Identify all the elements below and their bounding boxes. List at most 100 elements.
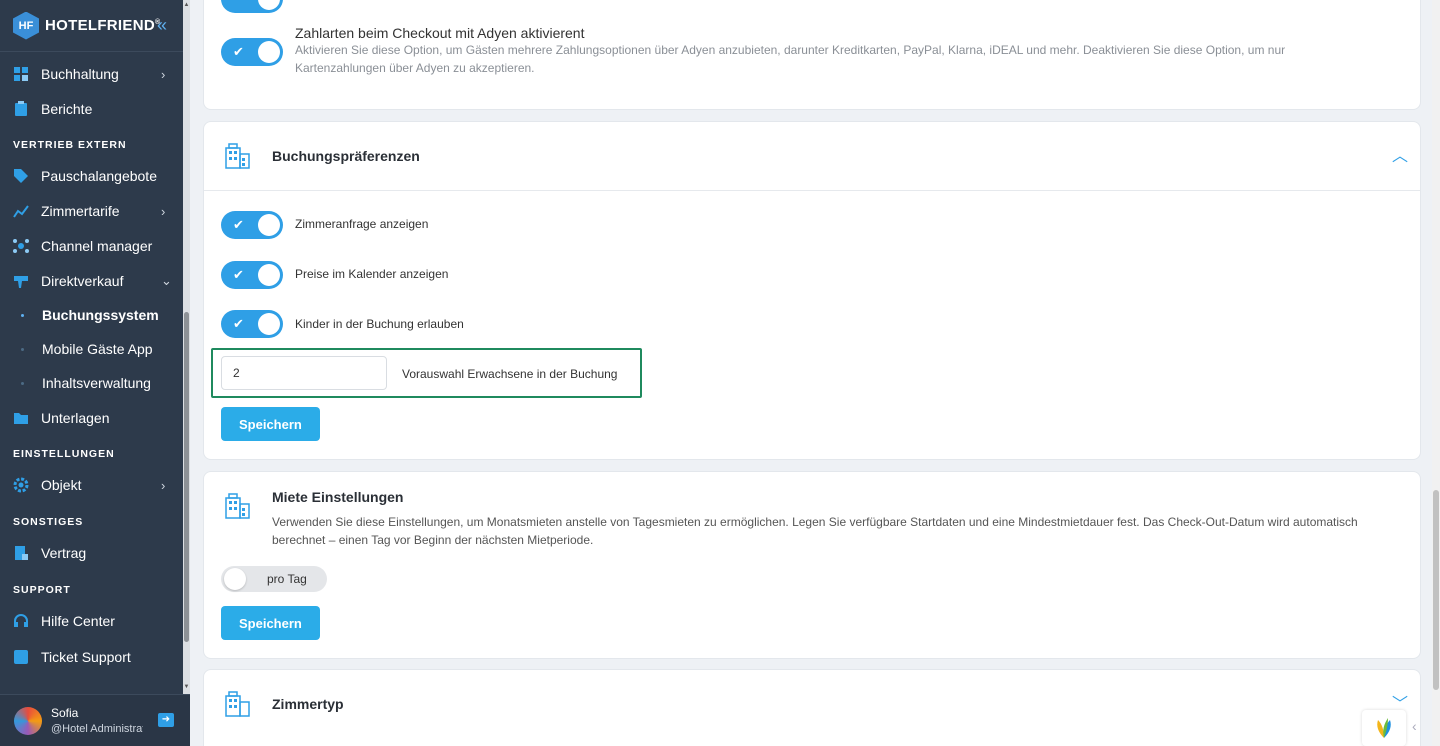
calendar-prices-label: Preise im Kalender anzeigen xyxy=(295,267,449,281)
logout-icon[interactable]: ➜ xyxy=(158,713,174,727)
adyen-description: Aktivieren Sie diese Option, um Gästen m… xyxy=(295,43,1286,75)
booking-preferences-title: Buchungspräferenzen xyxy=(272,148,420,164)
sidebar-item-label: Unterlagen xyxy=(41,410,110,426)
sidebar-scroll-thumb[interactable] xyxy=(184,312,189,642)
line-chart-icon xyxy=(13,205,29,218)
sidebar-item-label: Ticket Support xyxy=(41,649,131,665)
sidebar-item-channel-manager[interactable]: Channel manager xyxy=(0,229,182,263)
sidebar-item-zimmertarife[interactable]: Zimmertarife › xyxy=(0,194,182,228)
sidebar-item-buchhaltung[interactable]: Buchhaltung › xyxy=(0,57,182,91)
sidebar-subitem-label: Inhaltsverwaltung xyxy=(42,375,151,391)
per-day-label: pro Tag xyxy=(267,572,307,586)
room-type-card: Zimmertyp ﹀ xyxy=(203,669,1421,746)
chevron-right-icon: › xyxy=(161,66,166,82)
headset-icon xyxy=(14,614,28,627)
room-request-toggle[interactable]: ✔ xyxy=(221,211,283,239)
save-button[interactable]: Speichern xyxy=(221,407,320,441)
user-bar: Sofia @Hotel Administrator ➜ xyxy=(0,694,190,746)
check-icon: ✔ xyxy=(233,44,244,59)
check-icon: ✔ xyxy=(233,267,244,282)
sidebar-item-berichte[interactable]: Berichte xyxy=(0,92,182,126)
chart-grid-icon xyxy=(14,67,28,81)
chevron-down-icon: ⌄ xyxy=(161,273,172,288)
sidebar: HF HOTELFRIEND® « Buchhaltung › Berichte… xyxy=(0,0,190,746)
chevron-up-icon[interactable]: ︿ xyxy=(1392,142,1408,166)
sidebar-subitem-inhaltsverwaltung[interactable]: Inhaltsverwaltung xyxy=(0,368,182,398)
avatar[interactable] xyxy=(14,706,42,735)
leaf-logo-icon xyxy=(1377,718,1391,738)
sidebar-subitem-label: Mobile Gäste App xyxy=(42,341,153,357)
bullet-icon xyxy=(21,313,24,317)
sidebar-item-objekt[interactable]: Objekt › xyxy=(0,468,182,502)
rent-settings-description: Verwenden Sie diese Einstellungen, um Mo… xyxy=(272,515,1358,547)
sidebar-item-label: Buchhaltung xyxy=(41,66,119,82)
section-label-sonstiges: SONSTIGES xyxy=(13,516,84,528)
room-request-label: Zimmeranfrage anzeigen xyxy=(295,217,429,231)
network-icon xyxy=(13,239,29,253)
collapse-sidebar-icon[interactable]: « xyxy=(157,15,167,36)
assistant-widget[interactable] xyxy=(1362,710,1406,746)
main-content: ✔ Zahlarten beim Checkout mit Adyen akti… xyxy=(190,0,1440,746)
sidebar-item-vertrag[interactable]: Vertrag xyxy=(0,536,182,570)
sidebar-item-pauschalangebote[interactable]: Pauschalangebote xyxy=(0,159,182,193)
folder-icon xyxy=(14,413,28,424)
toggle-knob xyxy=(258,264,280,286)
section-label-einstellungen: EINSTELLUNGEN xyxy=(13,448,115,460)
tag-icon xyxy=(14,169,28,183)
adults-input[interactable] xyxy=(221,356,387,390)
chevron-right-icon: › xyxy=(161,203,166,219)
user-role: @Hotel Administrator xyxy=(51,722,143,735)
toggle-knob xyxy=(258,0,280,10)
toggle-knob xyxy=(258,313,280,335)
check-icon: ✔ xyxy=(233,217,244,232)
sidebar-item-label: Direktverkauf xyxy=(41,273,124,289)
sidebar-item-label: Vertrag xyxy=(41,545,87,561)
payment-card: ✔ Zahlarten beim Checkout mit Adyen akti… xyxy=(203,0,1421,110)
bullet-icon xyxy=(21,381,24,385)
toggle-knob xyxy=(224,568,246,590)
building-icon xyxy=(225,143,250,169)
previous-toggle[interactable] xyxy=(221,0,283,13)
booking-preferences-card: Buchungspräferenzen ︿ ✔ Zimmeranfrage an… xyxy=(203,121,1421,460)
sidebar-item-unterlagen[interactable]: Unterlagen xyxy=(0,401,182,435)
sidebar-item-label: Pauschalangebote xyxy=(41,168,157,184)
megaphone-icon xyxy=(14,276,28,288)
toggle-knob xyxy=(258,41,280,63)
clipboard-icon xyxy=(15,101,27,116)
user-meta: Sofia @Hotel Administrator xyxy=(51,705,143,737)
back-arrow-icon[interactable]: ‹ xyxy=(1412,718,1417,734)
room-type-title: Zimmertyp xyxy=(272,696,344,712)
sidebar-item-hilfe-center[interactable]: Hilfe Center xyxy=(0,604,182,638)
calendar-prices-toggle[interactable]: ✔ xyxy=(221,261,283,289)
children-toggle[interactable]: ✔ xyxy=(221,310,283,338)
save-button[interactable]: Speichern xyxy=(221,606,320,640)
section-label-support: SUPPORT xyxy=(13,584,71,596)
adyen-toggle[interactable]: ✔ xyxy=(221,38,283,66)
per-day-toggle[interactable]: pro Tag xyxy=(221,566,327,592)
building-icon xyxy=(225,493,250,519)
sidebar-subitem-buchungssystem[interactable]: Buchungssystem xyxy=(0,300,182,330)
page-scrollbar[interactable] xyxy=(1432,0,1440,746)
brand-name: HOTELFRIEND® xyxy=(45,17,161,34)
logo-icon: HF xyxy=(13,11,39,40)
gear-icon xyxy=(13,477,29,493)
user-name: Sofia xyxy=(51,705,79,720)
page-scroll-thumb[interactable] xyxy=(1433,490,1439,690)
bullet-icon xyxy=(21,347,24,351)
scroll-down-icon[interactable]: ▼ xyxy=(183,684,190,690)
sidebar-item-label: Berichte xyxy=(41,101,93,117)
contract-icon xyxy=(15,546,28,560)
rent-settings-title: Miete Einstellungen xyxy=(272,489,404,505)
sidebar-item-label: Objekt xyxy=(41,477,82,493)
sidebar-scrollbar[interactable]: ▲ ▼ xyxy=(183,0,190,694)
children-label: Kinder in der Buchung erlauben xyxy=(295,317,464,331)
sidebar-item-direktverkauf[interactable]: Direktverkauf ⌄ xyxy=(0,264,182,298)
sidebar-subitem-mobile-gaeste-app[interactable]: Mobile Gäste App xyxy=(0,334,182,364)
sidebar-item-label: Hilfe Center xyxy=(41,613,115,629)
toggle-knob xyxy=(258,214,280,236)
scroll-up-icon[interactable]: ▲ xyxy=(183,2,190,8)
card-divider xyxy=(204,190,1420,191)
sidebar-item-ticket-support[interactable]: Ticket Support xyxy=(0,640,182,674)
building-icon xyxy=(225,691,250,717)
section-label-vertrieb: VERTRIEB EXTERN xyxy=(13,139,127,151)
